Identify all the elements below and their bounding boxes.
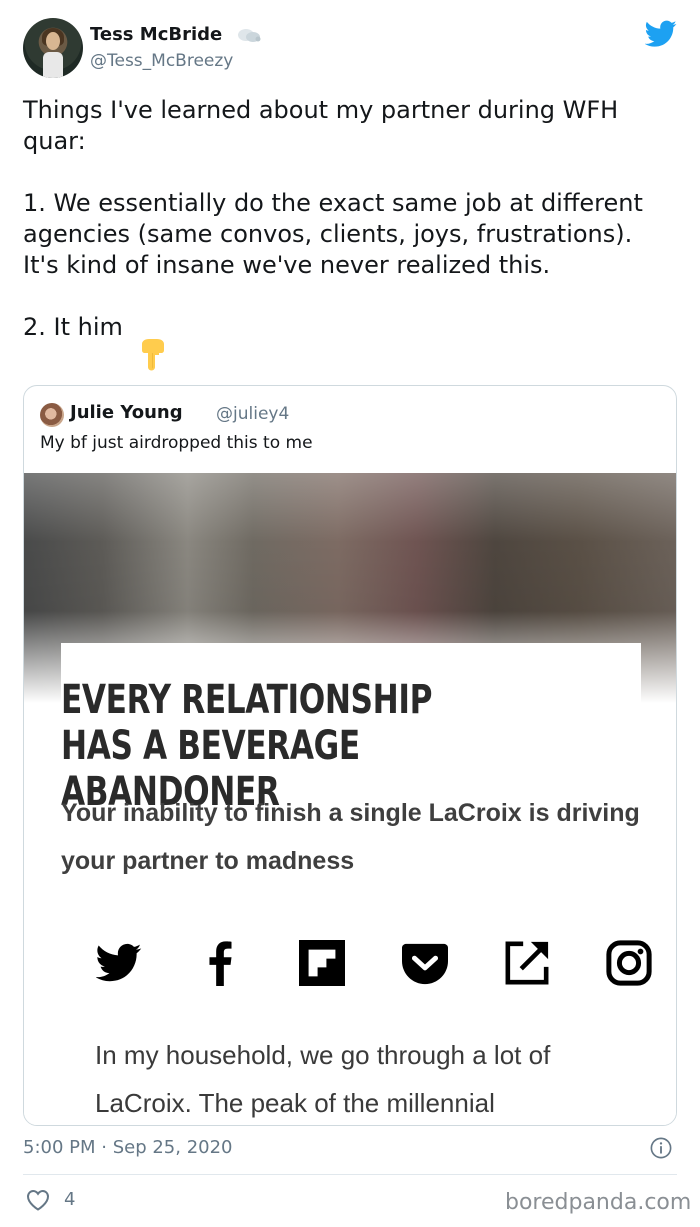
author-handle[interactable]: @Tess_McBreezy: [90, 51, 233, 71]
share-icon-row: [61, 940, 652, 990]
quoted-author-display-name[interactable]: Julie Young: [70, 402, 183, 423]
article-excerpt: In my household, we go through a lot of …: [95, 1040, 551, 1118]
flipboard-icon: [299, 940, 345, 986]
tweet-card: Tess McBride @Tess_McBreezy Things I've …: [0, 0, 700, 1227]
author-display-name[interactable]: Tess McBride: [90, 24, 222, 45]
tweet-text: Things I've learned about my partner dur…: [23, 95, 673, 343]
twitter-bird-icon[interactable]: [645, 20, 677, 48]
quoted-tweet-image[interactable]: EVERY RELATIONSHIP HAS A BEVERAGE ABANDO…: [24, 473, 676, 1125]
twitter-icon: [96, 943, 142, 982]
instagram-icon: [606, 940, 652, 986]
quoted-tweet-text: My bf just airdropped this to me: [40, 433, 313, 453]
info-icon[interactable]: [650, 1137, 672, 1159]
article-screenshot: EVERY RELATIONSHIP HAS A BEVERAGE ABANDO…: [61, 643, 652, 1125]
facebook-icon: [209, 941, 232, 986]
article-subhead: Your inability to finish a single LaCroi…: [61, 799, 640, 875]
like-count[interactable]: 4: [64, 1189, 75, 1210]
tweet-line-point-1: 1. We essentially do the exact same job …: [23, 189, 651, 279]
watermark: boredpanda.com: [505, 1190, 692, 1215]
tweet-timestamp[interactable]: 5:00 PM · Sep 25, 2020: [23, 1137, 233, 1158]
quoted-tweet[interactable]: Julie Young @juliey4 My bf just airdropp…: [23, 385, 677, 1126]
tweet-line-point-2: 2. It him: [23, 313, 123, 341]
external-link-icon: [505, 941, 549, 985]
quoted-author-handle[interactable]: @juliey4: [216, 404, 289, 424]
quoted-author-avatar[interactable]: [40, 403, 64, 427]
pointing-down-emoji-icon: [142, 339, 164, 371]
pocket-icon: [402, 943, 448, 985]
author-avatar[interactable]: [23, 18, 83, 78]
tweet-line-intro: Things I've learned about my partner dur…: [23, 96, 626, 155]
like-heart-icon[interactable]: [26, 1189, 50, 1211]
dash-emoji-icon: [238, 29, 261, 42]
footer-divider: [23, 1174, 677, 1175]
